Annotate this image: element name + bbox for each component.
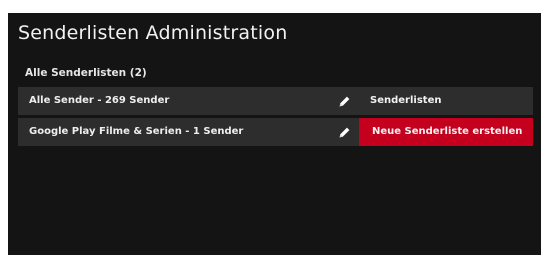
edit-button[interactable] <box>335 123 353 141</box>
list-item-all-channels[interactable]: Alle Sender - 269 Sender <box>18 87 361 115</box>
edit-button[interactable] <box>335 92 353 110</box>
create-channel-list-button[interactable]: Neue Senderliste erstellen <box>359 118 533 146</box>
pencil-icon <box>339 96 349 106</box>
list-item-google-play[interactable]: Google Play Filme & Serien - 1 Sender <box>18 118 361 146</box>
admin-panel: Senderlisten Administration Alle Senderl… <box>8 13 541 255</box>
list-item-label: Alle Sender - 269 Sender <box>29 95 170 106</box>
channel-lists-button[interactable]: Senderlisten <box>359 87 533 115</box>
section-title: Alle Senderlisten (2) <box>25 67 147 79</box>
pencil-icon <box>339 127 349 137</box>
page-title: Senderlisten Administration <box>18 22 288 44</box>
list-item-label: Google Play Filme & Serien - 1 Sender <box>29 126 244 137</box>
